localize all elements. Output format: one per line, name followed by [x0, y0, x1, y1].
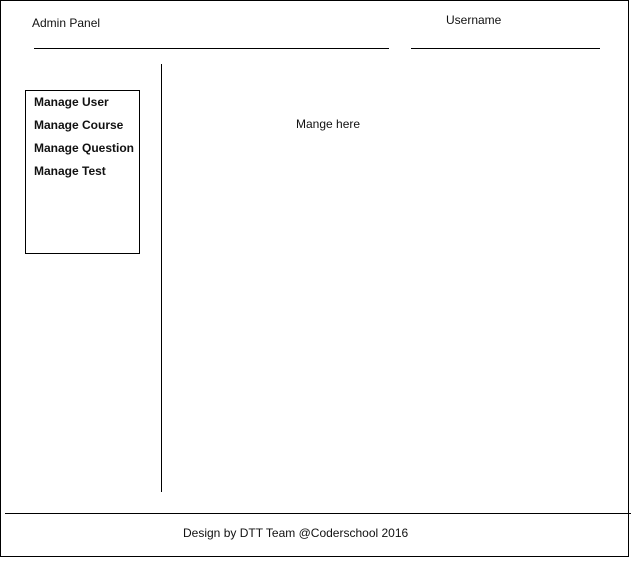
sidebar-item-manage-question[interactable]: Manage Question: [34, 141, 134, 155]
footer-credit: Design by DTT Team @Coderschool 2016: [183, 526, 409, 540]
header-title-underline: [34, 48, 389, 49]
sidebar-divider: [161, 64, 162, 492]
sidebar-item-manage-test[interactable]: Manage Test: [34, 164, 106, 178]
sidebar-menu: Manage User Manage Course Manage Questio…: [25, 90, 140, 254]
app-title: Admin Panel: [32, 16, 101, 30]
footer-divider: [5, 513, 631, 514]
page-frame: [0, 0, 629, 557]
username-label[interactable]: Username: [446, 13, 501, 27]
main-content-text: Mange here: [296, 117, 361, 131]
sidebar-item-manage-user[interactable]: Manage User: [34, 95, 109, 109]
sidebar-item-manage-course[interactable]: Manage Course: [34, 118, 123, 132]
username-underline: [411, 48, 600, 49]
admin-page: Admin Panel Username Manage User Manage …: [0, 0, 637, 586]
